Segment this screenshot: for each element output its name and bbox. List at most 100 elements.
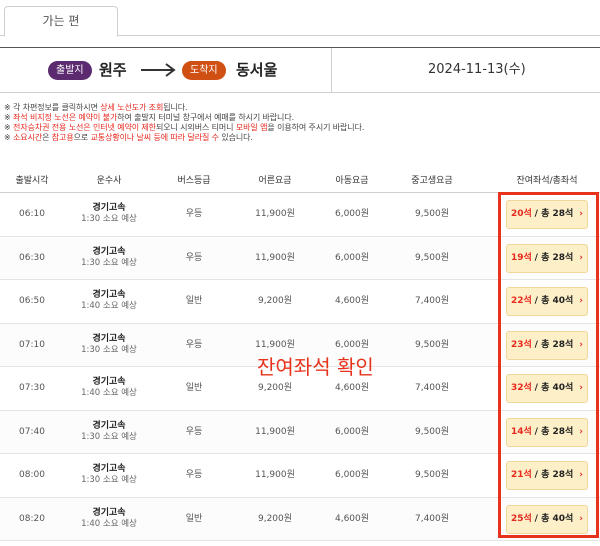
table-row[interactable]: 08:00 경기고속 1:30 소요 예상 우등 11,900원 6,000원 9,500원…	[0, 454, 600, 498]
bus-grade: 일반	[185, 383, 203, 393]
seat-select-button[interactable]: 23석 / 총 28석 ›	[506, 330, 588, 360]
duration-estimate: 1:30 소요 예상	[81, 257, 137, 268]
arrow-right-icon	[141, 63, 176, 77]
duration-estimate: 1:40 소요 예상	[81, 301, 137, 311]
notice-line: ※ 전자승차권 전용 노선은 인터넷 예약이 제한되오니 시외버스 티머니 모바…	[4, 123, 600, 133]
student-fare: 9,500원	[414, 252, 450, 263]
adult-fare: 11,900원	[255, 426, 295, 437]
notice-text: 됩니다.	[163, 103, 188, 112]
company-cell: 경기고속 1:30 소요 예상	[81, 454, 137, 497]
departure-time: 06:30	[19, 252, 45, 263]
child-fare: 6,000원	[334, 209, 370, 219]
bus-grade: 일반	[185, 513, 203, 524]
departure-time: 08:20	[19, 513, 45, 524]
company-cell: 경기고속 1:30 소요 예상	[81, 324, 137, 367]
seat-select-button[interactable]: 20석 / 총 28석 ›	[506, 200, 588, 229]
notice-text: ※	[4, 113, 14, 122]
departure-city: 원주	[99, 61, 127, 79]
tab-outbound[interactable]: 가는 편	[4, 6, 118, 37]
annotation-label: 잔여좌석 확인	[257, 355, 374, 379]
chevron-right-icon: ›	[579, 426, 584, 437]
duration-estimate: 1:30 소요 예상	[81, 431, 137, 442]
table-row[interactable]: 06:30 경기고속 1:30 소요 예상 우등 11,900원 6,000원 9,500원…	[0, 236, 600, 280]
tab-bar: 가는 편	[0, 0, 600, 37]
company-cell: 경기고속 1:30 소요 예상	[81, 193, 137, 236]
arrival-city: 동서울	[236, 61, 278, 79]
departure-time: 07:30	[19, 383, 45, 393]
notice-text: 을 이용하여 주시기 바랍니다.	[267, 123, 365, 132]
company-cell: 경기고속 1:40 소요 예상	[81, 498, 137, 541]
seat-select-button[interactable]: 22석 / 총 40석 ›	[506, 287, 588, 316]
header-seats: 잔여좌석/총좌석	[516, 176, 578, 186]
adult-fare: 9,200원	[257, 296, 293, 306]
child-fare: 6,000원	[334, 252, 370, 263]
remaining-seats: 20석	[510, 209, 532, 219]
bus-grade: 우등	[185, 209, 203, 219]
notice-text: 되오니 시외버스 티머니	[155, 123, 236, 132]
table-row[interactable]: 07:40 경기고속 1:30 소요 예상 우등 11,900원 6,000원 9,500원…	[0, 410, 600, 454]
student-fare: 7,400원	[414, 383, 450, 393]
duration-estimate: 1:30 소요 예상	[81, 344, 137, 355]
notice-text: ※	[4, 133, 14, 142]
seat-select-button[interactable]: 32석 / 총 40석 ›	[506, 374, 588, 403]
seat-select-button[interactable]: 19석 / 총 28석 ›	[506, 243, 588, 273]
company-cell: 경기고속 1:40 소요 예상	[81, 367, 137, 410]
table-row[interactable]: 08:20 경기고속 1:40 소요 예상 일반 9,200원 4,600원 7,400원 2…	[0, 497, 600, 541]
departure-time: 08:00	[19, 470, 45, 480]
adult-fare: 11,900원	[255, 209, 295, 219]
chevron-right-icon: ›	[579, 470, 584, 480]
child-fare: 6,000원	[334, 426, 370, 437]
route-divider	[331, 48, 332, 92]
chevron-right-icon: ›	[579, 339, 584, 350]
notice-highlight: 소요시간	[13, 133, 43, 142]
total-seats: / 총 28석	[534, 470, 574, 480]
notice-line: ※ 좌석 비지정 노선은 예약이 불가하여 출발지 터미널 창구에서 예매를 하…	[4, 113, 600, 123]
bus-grade: 일반	[185, 296, 203, 306]
student-fare: 7,400원	[414, 513, 450, 524]
chevron-right-icon: ›	[579, 252, 584, 263]
seat-select-button[interactable]: 21석 / 총 28석 ›	[506, 461, 588, 490]
notice-highlight: 모바일 앱	[235, 123, 268, 132]
header-company: 운수사	[96, 176, 122, 186]
adult-fare: 11,900원	[255, 470, 295, 480]
remaining-seats: 21석	[510, 470, 532, 480]
adult-fare: 11,900원	[255, 252, 295, 263]
company-name: 경기고속	[92, 507, 126, 518]
remaining-seats: 19석	[510, 252, 532, 263]
notice-text: ※	[4, 123, 14, 132]
chevron-right-icon: ›	[579, 209, 584, 219]
duration-estimate: 1:40 소요 예상	[81, 388, 137, 398]
seat-select-button[interactable]: 14석 / 총 28석 ›	[506, 417, 588, 447]
notice-line: ※ 각 차편정보를 클릭하시면 상세 노선도가 조회됩니다.	[4, 103, 600, 113]
arrival-badge: 도착지	[182, 61, 226, 80]
company-name: 경기고속	[92, 203, 126, 213]
total-seats: / 총 28석	[534, 252, 574, 263]
duration-estimate: 1:30 소요 예상	[81, 214, 137, 224]
header-departure-time: 출발시각	[15, 176, 49, 186]
notice-text: ※ 각 차편정보를 클릭하시면	[4, 103, 101, 112]
notice-highlight: 교통상황이나 날씨 등에 따라 달라질 수	[90, 133, 219, 142]
child-fare: 6,000원	[334, 470, 370, 480]
company-name: 경기고속	[92, 420, 126, 431]
remaining-seats: 32석	[510, 383, 532, 393]
total-seats: / 총 28석	[534, 209, 574, 219]
total-seats: / 총 40석	[534, 513, 574, 524]
company-name: 경기고속	[92, 464, 126, 474]
company-cell: 경기고속 1:40 소요 예상	[81, 280, 137, 323]
notice-line: ※ 소요시간은 참고용으로 교통상황이나 날씨 등에 따라 달라질 수 있습니다…	[4, 133, 600, 143]
travel-date: 2024-11-13(수)	[428, 62, 526, 77]
company-name: 경기고속	[92, 246, 126, 257]
duration-estimate: 1:40 소요 예상	[81, 518, 137, 529]
bus-grade: 우등	[185, 426, 203, 437]
table-row[interactable]: 06:50 경기고속 1:40 소요 예상 일반 9,200원 4,600원 7,400원 2…	[0, 280, 600, 324]
seat-select-button[interactable]: 25석 / 총 40석 ›	[506, 504, 588, 534]
student-fare: 9,500원	[414, 426, 450, 437]
total-seats: / 총 28석	[534, 339, 574, 350]
table-row[interactable]: 06:10 경기고속 1:30 소요 예상 우등 11,900원 6,000원 9,500원…	[0, 193, 600, 237]
notice-text: 은	[42, 133, 52, 142]
company-name: 경기고속	[92, 377, 126, 387]
company-cell: 경기고속 1:30 소요 예상	[81, 237, 137, 280]
route-summary: 출발지 원주 도착지 동서울 2024-11-13(수)	[0, 47, 600, 93]
notice-text: 으로	[73, 133, 91, 142]
student-fare: 9,500원	[414, 470, 450, 480]
